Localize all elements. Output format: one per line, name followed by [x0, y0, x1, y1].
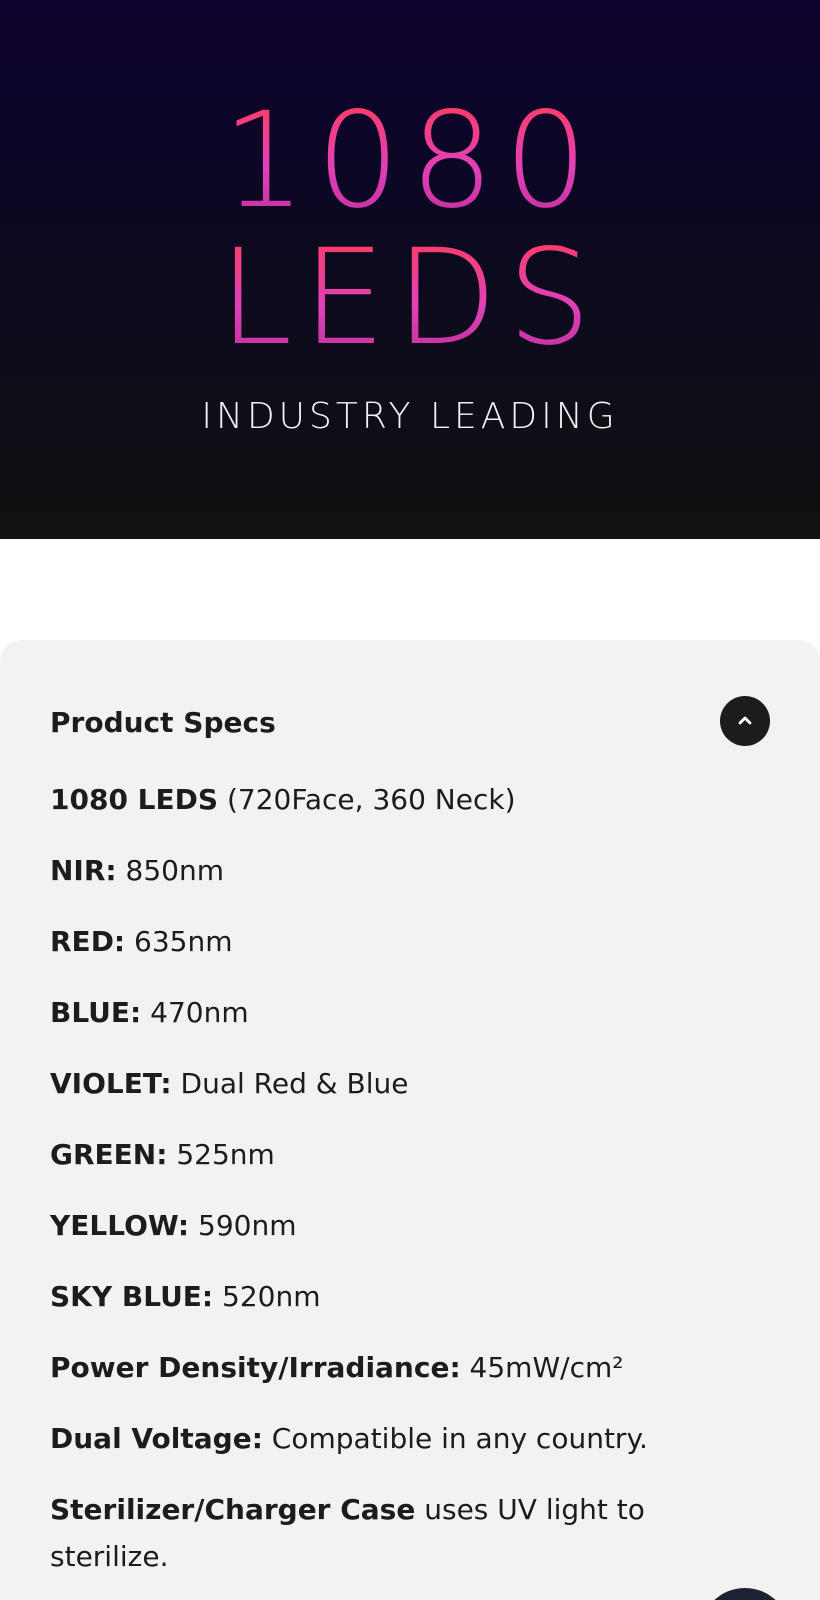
- spec-item-sterilizer-case: Sterilizer/Charger Case uses UV light to…: [50, 1486, 770, 1580]
- spec-label: RED:: [50, 925, 126, 958]
- spec-value: 590nm: [189, 1209, 297, 1242]
- spec-item-nir: NIR: 850nm: [50, 847, 770, 894]
- spec-value: 470nm: [141, 996, 249, 1029]
- spec-label: BLUE:: [50, 996, 142, 1029]
- spec-label: VIOLET:: [50, 1067, 172, 1100]
- hero-banner: 1080 LEDS INDUSTRY LEADING: [0, 0, 820, 539]
- spec-value: 635nm: [125, 925, 233, 958]
- chevron-up-icon: [738, 716, 752, 725]
- spec-value: 525nm: [167, 1138, 275, 1171]
- spec-value: 520nm: [213, 1280, 321, 1313]
- product-specs-panel: Product Specs 1080 LEDS (720Face, 360 Ne…: [0, 640, 820, 1600]
- spec-label: GREEN:: [50, 1138, 168, 1171]
- spec-item-red: RED: 635nm: [50, 918, 770, 965]
- spec-value: Compatible in any country.: [262, 1422, 648, 1455]
- product-specs-title: Product Specs: [50, 706, 276, 739]
- spec-item-led-count: 1080 LEDS (720Face, 360 Neck): [50, 776, 770, 823]
- hero-subtitle: INDUSTRY LEADING: [201, 396, 619, 437]
- spec-value: 45mW/cm²: [460, 1351, 624, 1384]
- spec-value: Dual Red & Blue: [171, 1067, 409, 1100]
- spec-label: Dual Voltage:: [50, 1422, 263, 1455]
- spec-label: 1080 LEDS: [50, 783, 219, 816]
- spec-value: (720Face, 360 Neck): [218, 783, 516, 816]
- product-specs-header[interactable]: Product Specs: [50, 696, 770, 746]
- spec-item-power-density: Power Density/Irradiance: 45mW/cm²: [50, 1344, 770, 1391]
- hero-led-count: 1080: [0, 95, 820, 227]
- spec-label: YELLOW:: [50, 1209, 190, 1242]
- spec-label: Sterilizer/Charger Case: [50, 1493, 416, 1526]
- collapse-button[interactable]: [720, 696, 770, 746]
- spec-item-blue: BLUE: 470nm: [50, 989, 770, 1036]
- spec-item-green: GREEN: 525nm: [50, 1131, 770, 1178]
- spec-item-dual-voltage: Dual Voltage: Compatible in any country.: [50, 1415, 770, 1462]
- hero-led-word: LEDS: [0, 232, 820, 364]
- spec-item-yellow: YELLOW: 590nm: [50, 1202, 770, 1249]
- spec-value: 850nm: [116, 854, 224, 887]
- spec-label: NIR:: [50, 854, 117, 887]
- spec-label: SKY BLUE:: [50, 1280, 214, 1313]
- spec-list: 1080 LEDS (720Face, 360 Neck) NIR: 850nm…: [50, 776, 770, 1600]
- spec-item-violet: VIOLET: Dual Red & Blue: [50, 1060, 770, 1107]
- spec-item-sky-blue: SKY BLUE: 520nm: [50, 1273, 770, 1320]
- spec-label: Power Density/Irradiance:: [50, 1351, 461, 1384]
